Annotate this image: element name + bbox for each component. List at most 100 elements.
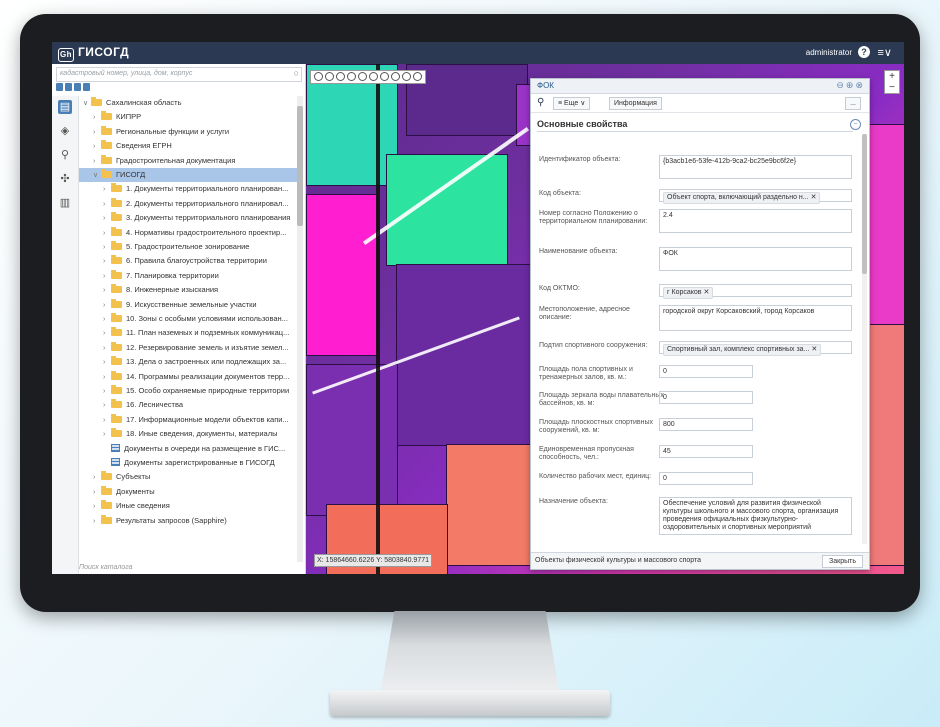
field-value[interactable]: 0 [659,472,753,485]
tree-item[interactable]: › Документы [79,485,297,499]
chevron-right-icon[interactable]: › [103,270,111,284]
field-value[interactable]: городской округ Корсаковский, город Корс… [659,305,852,331]
tree-item[interactable]: › 14. Программы реализации документов тер… [79,370,297,384]
field-value[interactable]: Спортивный зал, комплекс спортивных за..… [659,341,852,356]
tree-item[interactable]: › 17. Информационные модели объектов капи… [79,413,297,427]
tree-item[interactable]: ∨ ГИСОГД [79,168,297,182]
chevron-right-icon[interactable]: › [103,356,111,370]
chevron-right-icon[interactable]: › [103,227,111,241]
chevron-right-icon[interactable]: › [103,284,111,298]
chevron-right-icon[interactable]: › [103,342,111,356]
tree-item[interactable]: › Субъекты [79,470,297,484]
chevron-right-icon[interactable]: › [103,299,111,313]
chevron-right-icon[interactable]: › [103,399,111,413]
edit-tool-icon[interactable] [325,72,334,81]
documents-icon[interactable]: ▥ [58,196,72,210]
tree-item[interactable]: › Региональные функции и услуги [79,125,297,139]
tree-item[interactable]: › Результаты запросов (Sapphire) [79,514,297,528]
more-button[interactable]: ≡ Еще ∨ [553,97,591,110]
chevron-right-icon[interactable]: › [103,371,111,385]
tree-item[interactable]: › Иные сведения [79,499,297,513]
user-name[interactable]: administrator [806,48,852,57]
chevron-right-icon[interactable]: › [93,471,101,485]
remove-tag-icon[interactable]: ✕ [809,194,817,201]
chevron-right-icon[interactable]: › [103,414,111,428]
chevron-right-icon[interactable]: › [103,241,111,255]
field-value[interactable]: Объект спорта, включающий раздельно н...… [659,189,852,204]
layers-tool-icon[interactable] [380,72,389,81]
layers-icon[interactable] [65,83,72,91]
chevron-right-icon[interactable]: › [103,313,111,327]
zoom-in-button[interactable]: + [885,71,899,82]
field-value[interactable]: 2.4 [659,209,852,233]
tree-item[interactable]: › 8. Инженерные изыскания [79,283,297,297]
delete-tool-icon[interactable] [358,72,367,81]
home-icon[interactable] [56,83,63,91]
app-logo[interactable]: Gh ГИСОГД [58,45,129,62]
copy-tool-icon[interactable] [347,72,356,81]
dialog-scrollbar[interactable] [862,134,867,544]
field-value[interactable]: г Корсаков ✕ [659,284,852,299]
search-nav-icon[interactable]: ⚲ [58,148,72,162]
chevron-right-icon[interactable]: › [93,486,101,500]
chevron-right-icon[interactable]: › [103,385,111,399]
info-tool-icon[interactable] [314,72,323,81]
tree-item[interactable]: › 4. Нормативы градостроительного проекти… [79,226,297,240]
field-value[interactable]: 0 [659,391,753,404]
chevron-right-icon[interactable]: › [93,111,101,125]
tree-item[interactable]: › 1. Документы территориального планирова… [79,182,297,196]
search-box[interactable]: кадастровый номер, улица, дом, корпус ○ [56,67,302,82]
field-value[interactable]: 45 [659,445,753,458]
chevron-right-icon[interactable]: › [103,183,111,197]
tree-item[interactable]: › 10. Зоны с особыми условиями использова… [79,312,297,326]
field-value[interactable]: 800 [659,418,753,431]
remove-tag-icon[interactable]: ✕ [702,289,709,296]
export-icon[interactable] [83,83,90,91]
field-value[interactable]: ФОК [659,247,852,271]
menu-icon[interactable]: ≡∨ [878,46,892,59]
tree-item[interactable]: › 6. Правила благоустройства территории [79,254,297,268]
chevron-right-icon[interactable]: › [93,126,101,140]
dialog-window-controls[interactable]: ⊖⊕⊗ [836,80,865,91]
chevron-right-icon[interactable]: › [93,155,101,169]
tree-item[interactable]: › 3. Документы территориального планирова… [79,211,297,225]
chevron-right-icon[interactable]: › [93,140,101,154]
tree-item[interactable]: › 15. Особо охраняемые природные территор… [79,384,297,398]
field-value[interactable]: {b3acb1e6-53fe-412b-9ca2-bc25e9bc6f2e} [659,155,852,179]
chevron-right-icon[interactable]: › [103,198,111,212]
tree-item[interactable]: ∨ Сахалинская область [79,96,297,110]
filter-icon[interactable] [74,83,81,91]
remove-tag-icon[interactable]: ✕ [809,346,817,353]
zoom-out-button[interactable]: − [885,82,899,93]
help-icon[interactable]: ? [858,46,870,58]
field-value[interactable]: 0 [659,365,753,378]
location-pin-icon[interactable]: ⚲ [537,97,544,108]
chevron-right-icon[interactable]: › [103,428,111,442]
tree-scroll-thumb[interactable] [297,106,303,226]
info-button[interactable]: Информация [609,97,662,110]
tree-item[interactable]: › 18. Иные сведения, документы, материалы [79,427,297,441]
locate-tool-icon[interactable] [402,72,411,81]
catalog-icon[interactable]: ▤ [58,100,72,114]
chevron-right-icon[interactable]: › [103,212,111,226]
tree-item[interactable]: Документы зарегистрированные в ГИСОГД [79,456,297,470]
tree-item[interactable]: › Сведения ЕГРН [79,139,297,153]
catalog-search-input[interactable]: Поиск каталога [79,564,299,574]
tree-item[interactable]: Документы в очереди на размещение в ГИС.… [79,442,297,456]
collapse-icon[interactable]: − [850,119,861,130]
chevron-right-icon[interactable]: › [103,255,111,269]
chevron-down-icon[interactable]: ∨ [83,97,91,111]
field-value[interactable]: Обеспечение условий для развития физичес… [659,497,852,535]
tree-item[interactable]: › 9. Искусственные земельные участки [79,298,297,312]
print-tool-icon[interactable] [413,72,422,81]
close-button[interactable]: Закрыть [822,555,863,568]
measure-tool-icon[interactable] [369,72,378,81]
tree-item[interactable]: › 5. Градостроительное зонирование [79,240,297,254]
tree-item[interactable]: › Градостроительная документация [79,154,297,168]
search-input[interactable]: кадастровый номер, улица, дом, корпус [60,70,192,77]
tree-scrollbar[interactable] [297,96,303,562]
search-icon[interactable]: ○ [294,68,299,78]
list-tool-icon[interactable] [391,72,400,81]
tree-item[interactable]: › 7. Планировка территории [79,269,297,283]
stack-icon[interactable]: ◈ [58,124,72,138]
